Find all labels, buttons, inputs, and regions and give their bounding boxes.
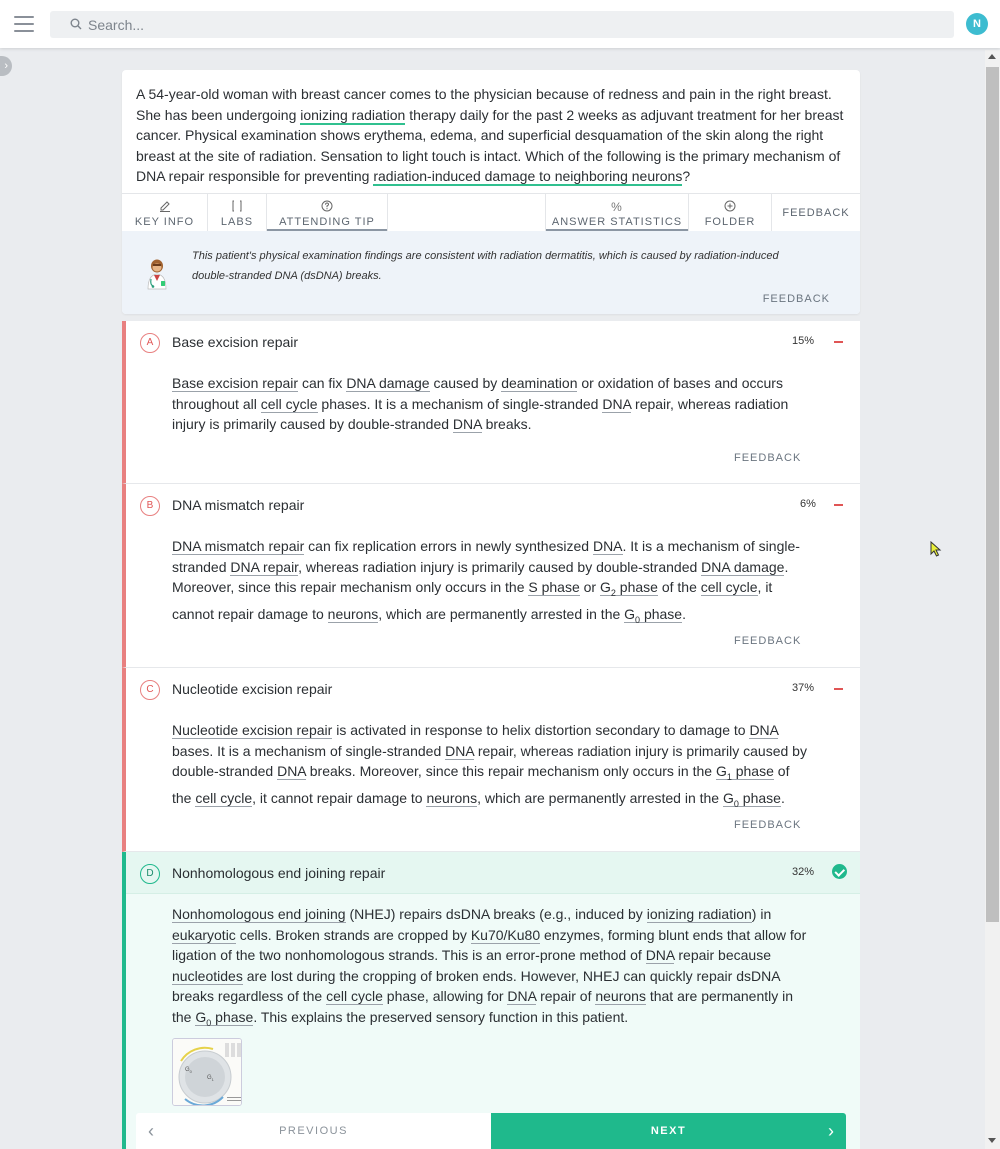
answer-option-b[interactable]: B DNA mismatch repair 6% DNA mismatch re…: [122, 484, 860, 668]
answer-explanation: DNA mismatch repair can fix replication …: [172, 538, 800, 625]
answer-letter: B: [140, 496, 160, 516]
pencil-icon: [122, 200, 207, 216]
search-input[interactable]: [88, 11, 928, 38]
scroll-down-arrow-icon[interactable]: [988, 1138, 996, 1143]
answer-title: Nonhomologous end joining repair: [172, 865, 386, 881]
incorrect-dash-icon: [834, 341, 843, 343]
question-card: A 54-year-old woman with breast cancer c…: [122, 70, 860, 314]
top-bar: N: [0, 0, 1000, 48]
highlight-ionizing-radiation[interactable]: ionizing radiation: [300, 106, 406, 125]
chevron-left-icon: ‹: [148, 1121, 154, 1141]
menu-icon[interactable]: [14, 16, 34, 32]
sidebar-toggle[interactable]: ›: [0, 56, 12, 76]
cell-cycle-image-thumbnail[interactable]: G0 G1: [172, 1038, 242, 1106]
search-bar[interactable]: [50, 11, 954, 38]
answer-letter: A: [140, 333, 160, 353]
svg-text:G0: G0: [185, 1067, 193, 1074]
answer-letter: D: [140, 864, 160, 884]
incorrect-dash-icon: [834, 504, 843, 506]
answer-percentage: 32%: [792, 866, 815, 878]
answer-explanation: Base excision repair can fix DNA damage …: [172, 375, 789, 434]
feedback-button[interactable]: FEEDBACK: [734, 819, 801, 831]
question-circle-icon: [267, 200, 387, 216]
answer-letter: C: [140, 680, 160, 700]
attending-tip-text: This patient's physical examination find…: [192, 250, 779, 282]
answer-percentage: 37%: [792, 682, 815, 694]
svg-text:G1: G1: [207, 1075, 215, 1082]
answer-percentage: 6%: [800, 498, 816, 510]
percent-icon: %: [611, 200, 623, 214]
mouse-cursor-icon: [930, 541, 942, 557]
plus-circle-icon: [689, 200, 771, 216]
next-button[interactable]: NEXT ›: [491, 1113, 846, 1149]
attending-tip-panel: This patient's physical examination find…: [122, 231, 860, 314]
scroll-up-arrow-icon[interactable]: [988, 54, 996, 59]
answer-option-a[interactable]: A Base excision repair 15% Base excision…: [122, 321, 860, 484]
chevron-right-icon: ›: [4, 60, 8, 72]
previous-button[interactable]: ‹ PREVIOUS: [136, 1113, 491, 1149]
highlight-radiation-damage[interactable]: radiation-induced damage to neighboring …: [373, 168, 683, 187]
answer-explanation: Nucleotide excision repair is activated …: [172, 722, 807, 809]
tab-attending-tip[interactable]: ATTENDING TIP: [267, 194, 387, 232]
incorrect-dash-icon: [834, 688, 843, 690]
tab-answer-statistics[interactable]: % ANSWER STATISTICS: [546, 194, 688, 232]
answer-title: Base excision repair: [172, 334, 299, 350]
labs-icon: [208, 200, 266, 216]
search-icon: [70, 18, 82, 30]
tab-labs[interactable]: LABS: [208, 194, 266, 232]
answer-option-c[interactable]: C Nucleotide excision repair 37% Nucleot…: [122, 668, 860, 852]
tab-key-info[interactable]: KEY INFO: [122, 194, 207, 232]
avatar[interactable]: N: [966, 13, 988, 35]
answer-option-d[interactable]: D Nonhomologous end joining repair 32% N…: [122, 852, 860, 1149]
scrollbar[interactable]: [985, 50, 1000, 1149]
question-stem: A 54-year-old woman with breast cancer c…: [136, 86, 844, 187]
question-tabs: KEY INFO LABS ATTENDING TIP % ANSWER STA…: [122, 193, 860, 232]
feedback-button[interactable]: FEEDBACK: [734, 635, 801, 647]
answer-title: Nucleotide excision repair: [172, 681, 333, 697]
answer-explanation: Nonhomologous end joining (NHEJ) repairs…: [172, 906, 807, 1028]
scrollbar-thumb[interactable]: [986, 67, 999, 922]
correct-check-icon: [832, 864, 847, 879]
chevron-right-icon: ›: [828, 1121, 834, 1141]
answer-title: DNA mismatch repair: [172, 497, 305, 513]
tip-feedback-button[interactable]: FEEDBACK: [763, 293, 830, 305]
question-navigation: ‹ PREVIOUS NEXT ›: [136, 1113, 846, 1149]
feedback-button[interactable]: FEEDBACK: [734, 452, 801, 464]
answer-percentage: 15%: [792, 335, 815, 347]
tab-feedback[interactable]: FEEDBACK: [772, 194, 860, 232]
tab-folder[interactable]: FOLDER: [689, 194, 771, 232]
doctor-icon: [147, 259, 167, 290]
